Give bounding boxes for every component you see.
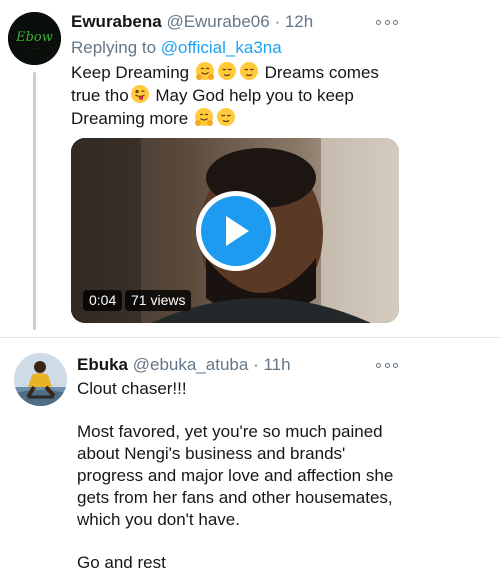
text-fragment: Dreams comes [264,63,379,82]
video-duration: 0:04 [83,290,123,311]
replying-to: Replying to @official_ka3na [71,38,282,58]
more-options-icon[interactable] [376,17,398,27]
paragraph-2-line: about Nengi's business and brands' [77,444,346,463]
separator-dot: · [274,12,281,31]
tweet-header: Ewurabena @Ewurabe06 · 12h [71,12,313,32]
relieved-emoji [216,108,235,126]
tweet-line-1: Keep Dreaming Dreams comes [71,61,391,84]
timestamp[interactable]: 12h [285,12,313,31]
hug-emoji [194,108,213,126]
paragraph-2-line: gets from her fans and other housemates, [77,488,393,507]
svg-text:· · ·: · · · [31,46,37,51]
tweet-text: Keep Dreaming Dreams comes true tho May … [71,61,391,130]
text-fragment: May God help you to keep [155,86,354,105]
separator-dot: · [253,355,259,374]
text-fragment: true tho [71,86,129,105]
text-fragment: Dreaming more [71,109,189,128]
display-name[interactable]: Ebuka [77,355,128,374]
hug-emoji [195,62,214,80]
paragraph-2-line: progress and major love and affection sh… [77,466,394,485]
winking-tongue-emoji [130,85,149,103]
text-fragment: Keep Dreaming [71,63,190,82]
tweet-line-3: Dreaming more [71,107,391,130]
avatar[interactable]: Ebow · · · [8,12,61,65]
display-name[interactable]: Ewurabena [71,12,162,31]
user-handle[interactable]: @ebuka_atuba [133,355,249,374]
paragraph-2-line: Most favored, yet you're so much pained [77,422,383,441]
more-options-icon[interactable] [376,360,398,370]
tweet-line-2: true tho May God help you to keep [71,84,391,107]
video-views: 71 views [125,290,192,311]
avatar[interactable] [14,353,67,406]
thread-line [33,72,36,330]
replying-prefix: Replying to [71,38,161,57]
tweet-header: Ebuka @ebuka_atuba · 11h [77,355,291,375]
mention-link[interactable]: @official_ka3na [161,38,282,57]
play-icon[interactable] [196,191,276,271]
paragraph-1: Clout chaser!!! [77,379,187,398]
tweet-text: Clout chaser!!! Most favored, yet you're… [77,378,487,574]
user-handle[interactable]: @Ewurabe06 [166,12,269,31]
relieved-emoji [239,62,258,80]
tweet-ewurabena[interactable]: Ebow · · · Ewurabena @Ewurabe06 · 12h Re… [0,0,501,332]
timestamp[interactable]: 11h [263,355,290,374]
relieved-emoji [217,62,236,80]
avatar-logo-text: Ebow [15,30,53,45]
paragraph-2-line: which you don't have. [77,510,240,529]
paragraph-3: Go and rest [77,553,166,572]
